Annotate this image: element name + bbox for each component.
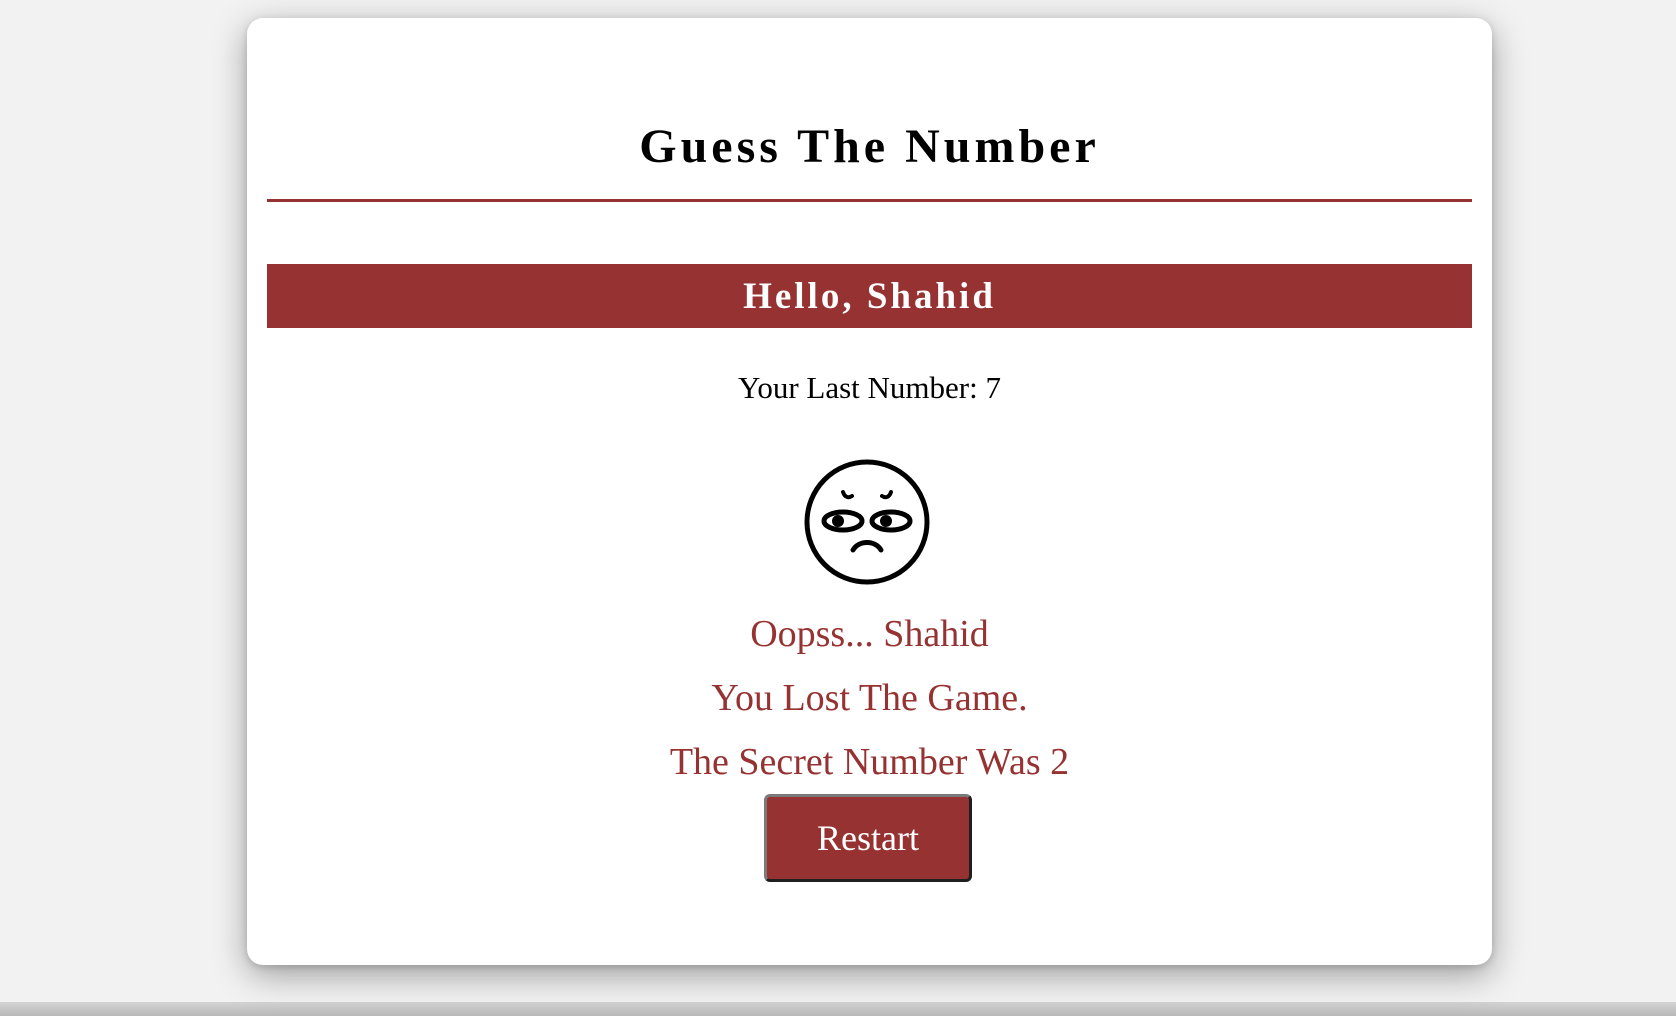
result-message-lost: You Lost The Game. xyxy=(711,677,1028,719)
window-bottom-edge xyxy=(0,1002,1676,1016)
restart-button[interactable]: Restart xyxy=(764,794,972,882)
greeting-banner: Hello, Shahid xyxy=(267,264,1472,328)
sad-face-icon xyxy=(804,459,930,585)
result-message-name: Oopss... Shahid xyxy=(750,613,989,655)
title-divider xyxy=(267,199,1472,202)
game-card: Guess The Number Hello, Shahid Your Last… xyxy=(247,18,1492,965)
result-message-secret: The Secret Number Was 2 xyxy=(669,741,1070,783)
game-title: Guess The Number xyxy=(639,120,1100,173)
greeting-text: Hello, Shahid xyxy=(743,275,996,317)
last-number-text: Your Last Number: 7 xyxy=(738,370,1001,405)
